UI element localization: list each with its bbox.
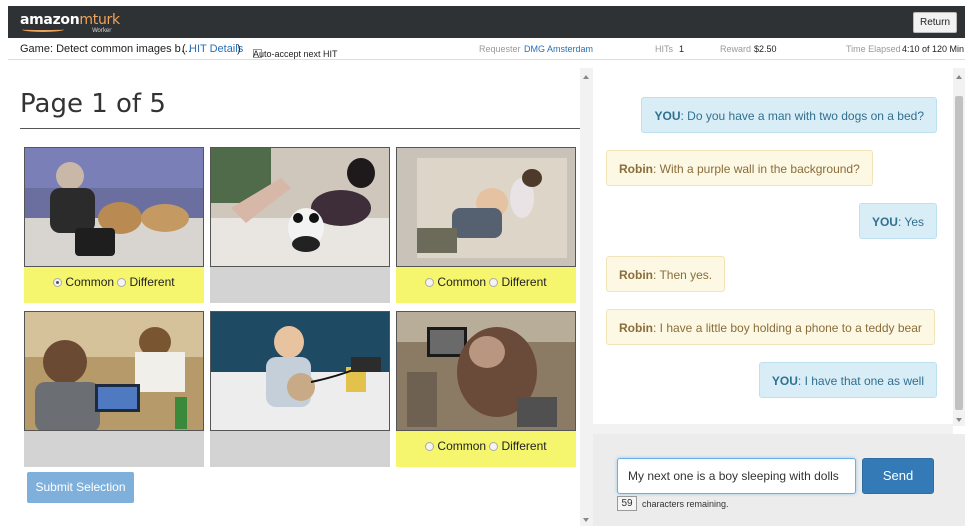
choice-row-3: Common Different — [396, 267, 576, 303]
radio-different-6[interactable] — [489, 442, 499, 451]
radio-common-6[interactable] — [425, 442, 435, 451]
chat-speaker-6: YOU — [771, 374, 798, 388]
image-card-3: Common Different — [396, 147, 576, 303]
hit-details-close-paren: ) — [237, 43, 241, 55]
chat-scrollbar[interactable] — [953, 68, 965, 426]
radio-different-3[interactable] — [489, 278, 499, 287]
page: amazonmturk Worker Return Game: Detect c… — [0, 0, 965, 526]
photo-boy-phone-graphic — [211, 312, 389, 430]
choice-row-4 — [24, 431, 204, 467]
chat-speaker-4: Robin — [619, 268, 653, 282]
submit-selection-button[interactable]: Submit Selection — [27, 472, 134, 503]
chat-text-5: : I have a little boy holding a phone to… — [653, 321, 922, 335]
logo-worker: Worker — [92, 27, 112, 34]
reward-value: $2.50 — [754, 44, 777, 54]
different-label-1: Different — [129, 275, 175, 289]
common-label-3: Common — [437, 275, 487, 289]
image-card-5 — [210, 311, 390, 467]
photo-boy-with-phone-and-teddy[interactable] — [210, 311, 390, 431]
chat-speaker-5: Robin — [619, 321, 653, 335]
requester-link[interactable]: DMG Amsterdam — [524, 44, 593, 54]
scroll-up-arrow-icon[interactable] — [583, 75, 589, 79]
image-card-2 — [210, 147, 390, 303]
chat-log: YOU: Do you have a man with two dogs on … — [593, 68, 955, 426]
different-label-3: Different — [501, 275, 547, 289]
return-button[interactable]: Return — [912, 12, 957, 33]
chat-text-2: : With a purple wall in the background? — [653, 162, 860, 176]
hit-title: Game: Detect common images b… — [20, 43, 192, 55]
scroll-down-arrow-icon[interactable] — [583, 518, 589, 522]
logo-amazon: amazon — [20, 12, 80, 28]
radio-common-3[interactable] — [425, 278, 435, 287]
chat-footer: My next one is a boy sleeping with dolls… — [593, 434, 965, 526]
top-bar: amazonmturk Worker Return — [8, 6, 965, 38]
chat-message-1: YOU: Do you have a man with two dogs on … — [641, 97, 937, 133]
common-label-1: Common — [65, 275, 115, 289]
photo-person-with-laptop-on-bed[interactable] — [396, 311, 576, 431]
chat-message-4: Robin: Then yes. — [606, 256, 726, 292]
photo-boy-sleeping-with-dolls[interactable] — [396, 147, 576, 267]
requester-label: Requester — [479, 44, 521, 54]
hits-label: HITs — [655, 44, 673, 54]
chat-speaker-2: Robin — [619, 162, 653, 176]
title-divider — [20, 128, 582, 129]
logo-mturk: mturk — [79, 12, 120, 28]
photo-woman-with-panda[interactable] — [210, 147, 390, 267]
chat-message-3: YOU: Yes — [858, 203, 937, 239]
time-elapsed-value: 4:10 of 120 Min — [902, 44, 965, 54]
chat-speaker-3: YOU — [871, 215, 898, 229]
photo-person-laptop-bed-graphic — [397, 312, 575, 430]
game-panel: Page 1 of 5 Common Different Common Diff… — [20, 60, 582, 526]
image-card-6: Common Different — [396, 311, 576, 467]
chat-scroll-up-icon[interactable] — [956, 75, 962, 79]
common-label-6: Common — [437, 439, 487, 453]
send-button[interactable]: Send — [862, 458, 934, 494]
hit-details-open-paren: ( — [182, 43, 186, 55]
chat-speaker-1: YOU — [654, 109, 681, 123]
choice-row-1: Common Different — [24, 267, 204, 303]
photo-woman-with-dogs[interactable] — [24, 147, 204, 267]
hit-info-bar: Game: Detect common images b… ( HIT Deta… — [8, 38, 965, 60]
chat-text-4: : Then yes. — [653, 268, 713, 282]
chat-message-6: YOU: I have that one as well — [758, 362, 937, 398]
photo-boy-sleeping-graphic — [397, 148, 575, 266]
chat-text-1: : Do you have a man with two dogs on a b… — [680, 109, 925, 123]
chars-remaining-label: characters remaining. — [642, 499, 729, 509]
amazon-smile-icon — [22, 27, 64, 32]
chat-text-3: : Yes — [897, 215, 924, 229]
auto-accept-label: Auto-accept next HIT — [253, 49, 338, 59]
choice-row-2 — [210, 267, 390, 303]
chat-scroll-down-icon[interactable] — [956, 418, 962, 422]
choice-row-6: Common Different — [396, 431, 576, 467]
page-title: Page 1 of 5 — [20, 89, 166, 119]
reward-label: Reward — [720, 44, 752, 54]
left-scrollbar[interactable] — [580, 68, 593, 526]
photo-woman-laptop-graphic — [25, 312, 203, 430]
image-card-1: Common Different — [24, 147, 204, 303]
photo-woman-with-panda-graphic — [211, 148, 389, 266]
chat-text-6: : I have that one as well — [797, 374, 924, 388]
choice-row-5 — [210, 431, 390, 467]
photo-woman-with-laptop[interactable] — [24, 311, 204, 431]
chars-remaining-count: 59 — [617, 496, 637, 511]
radio-common-1[interactable] — [53, 278, 63, 287]
time-elapsed-label: Time Elapsed — [846, 44, 901, 54]
hits-value: 1 — [679, 44, 685, 54]
amazon-mturk-logo: amazonmturk Worker — [20, 12, 120, 34]
different-label-6: Different — [501, 439, 547, 453]
chat-horizontal-scrollbar[interactable] — [593, 424, 953, 434]
image-card-4 — [24, 311, 204, 467]
chat-scroll-thumb[interactable] — [955, 96, 963, 410]
chat-message-5: Robin: I have a little boy holding a pho… — [606, 309, 935, 345]
chat-message-input[interactable]: My next one is a boy sleeping with dolls — [617, 458, 856, 494]
chat-message-2: Robin: With a purple wall in the backgro… — [606, 150, 873, 186]
hit-details-link[interactable]: HIT Details — [189, 43, 243, 55]
radio-different-1[interactable] — [117, 278, 127, 287]
photo-woman-with-dogs-graphic — [25, 148, 203, 266]
